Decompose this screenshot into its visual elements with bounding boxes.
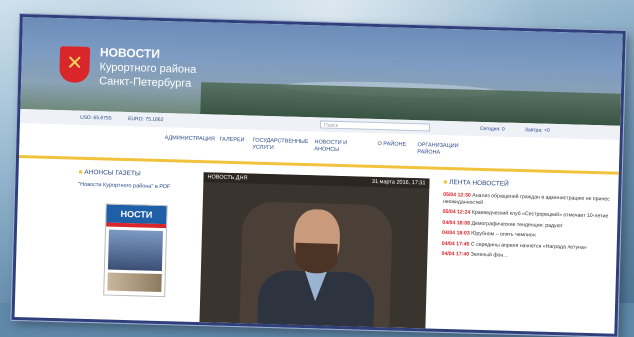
announcements-column: ■ АНОНСЫ ГАЗЕТЫ "Новости Курортного райо… [78,169,189,298]
news-time: 04/04 18:08 [442,219,471,227]
menu-item-galleries[interactable]: ГАЛЕРЕИ [219,137,244,145]
menu-item-organizations[interactable]: ОРГАНИЗАЦИИ РАЙОНА [417,142,461,157]
news-text: Зеленый фон... [470,251,508,259]
news-of-day-label: НОВОСТЬ ДНЯ [207,174,248,182]
site-header: ✕ НОВОСТИ Курортного района Санкт-Петерб… [20,17,623,126]
news-time: 04/04 17:40 [441,250,470,258]
site-subtitle-district: Курортного района [99,61,197,76]
announcements-title: ■ АНОНСЫ ГАЗЕТЫ [79,169,189,179]
menu-item-administration[interactable]: АДМИНИСТРАЦИЯ [164,135,215,143]
cover-photo [107,229,163,272]
news-feed-item[interactable]: 04/04 17:40 Зеленый фон... [441,251,611,262]
newspaper-masthead: НОСТИ [106,204,167,225]
news-time: 04/04 17:45 [441,240,470,248]
euro-rate: EURO: 75.1662 [128,116,164,124]
news-text: Демографические тенденции: радуют [471,220,563,229]
pdf-link[interactable]: "Новости Курортного района" в PDF [78,182,188,191]
news-feed-title-text: ЛЕНТА НОВОСТЕЙ [449,179,509,188]
news-feed-item[interactable]: 04/04 17:45 С середины апреля начнется «… [442,240,612,251]
site-title[interactable]: НОВОСТИ [100,45,160,61]
newspaper-cover-image[interactable]: НОСТИ [103,203,168,298]
news-text: Юрубном – опять чемпион [471,230,536,239]
news-time: 05/04 12:24 [442,208,471,216]
news-feed-title: ■ ЛЕНТА НОВОСТЕЙ [443,179,613,191]
website-screenshot-frame: ✕ НОВОСТИ Курортного района Санкт-Петерб… [11,14,626,337]
news-text: Краеведческий клуб «Сестрорецкий» отмеча… [471,209,609,220]
site-subtitle-city: Санкт-Петербурга [98,75,192,90]
menu-item-about[interactable]: О РАЙОНЕ [377,141,406,149]
news-feed-item[interactable]: 05/04 12:30 Анализ обращений граждан в а… [443,192,613,210]
news-text: С середины апреля начнется «Награда лету… [470,241,587,251]
news-feed-item[interactable]: 04/04 18:03 Юрубном – опять чемпион [442,230,612,241]
menu-item-news[interactable]: НОВОСТИ И АНОНСЫ [314,139,352,154]
news-feed: ■ ЛЕНТА НОВОСТЕЙ 05/04 12:30 Анализ обра… [441,179,613,266]
weather-tomorrow: Завтра: +0 [524,127,550,134]
spb-coat-of-arms-icon[interactable]: ✕ [59,46,91,83]
announcements-title-text: АНОНСЫ ГАЗЕТЫ [84,168,141,178]
news-time: 04/04 18:03 [441,229,470,237]
menu-item-services[interactable]: ГОСУДАРСТВЕННЫЕ УСЛУГИ [252,138,308,153]
cover-photo-secondary [107,272,162,293]
news-feed-item[interactable]: 04/04 18:08 Демографические тенденции: р… [442,219,612,230]
news-of-day-block[interactable]: НОВОСТЬ ДНЯ 31 марта 2016, 17:31 [199,172,430,329]
usd-rate: USD: 65.6755 [80,114,112,122]
news-of-day-date: 31 марта 2016, 17:31 [371,178,426,187]
weather-today: Сегодня: 0 [479,125,505,133]
search-input[interactable]: Поиск [319,120,431,132]
news-of-day-header: НОВОСТЬ ДНЯ 31 марта 2016, 17:31 [203,172,430,189]
news-feed-item[interactable]: 05/04 12:24 Краеведческий клуб «Сестроре… [443,209,613,220]
